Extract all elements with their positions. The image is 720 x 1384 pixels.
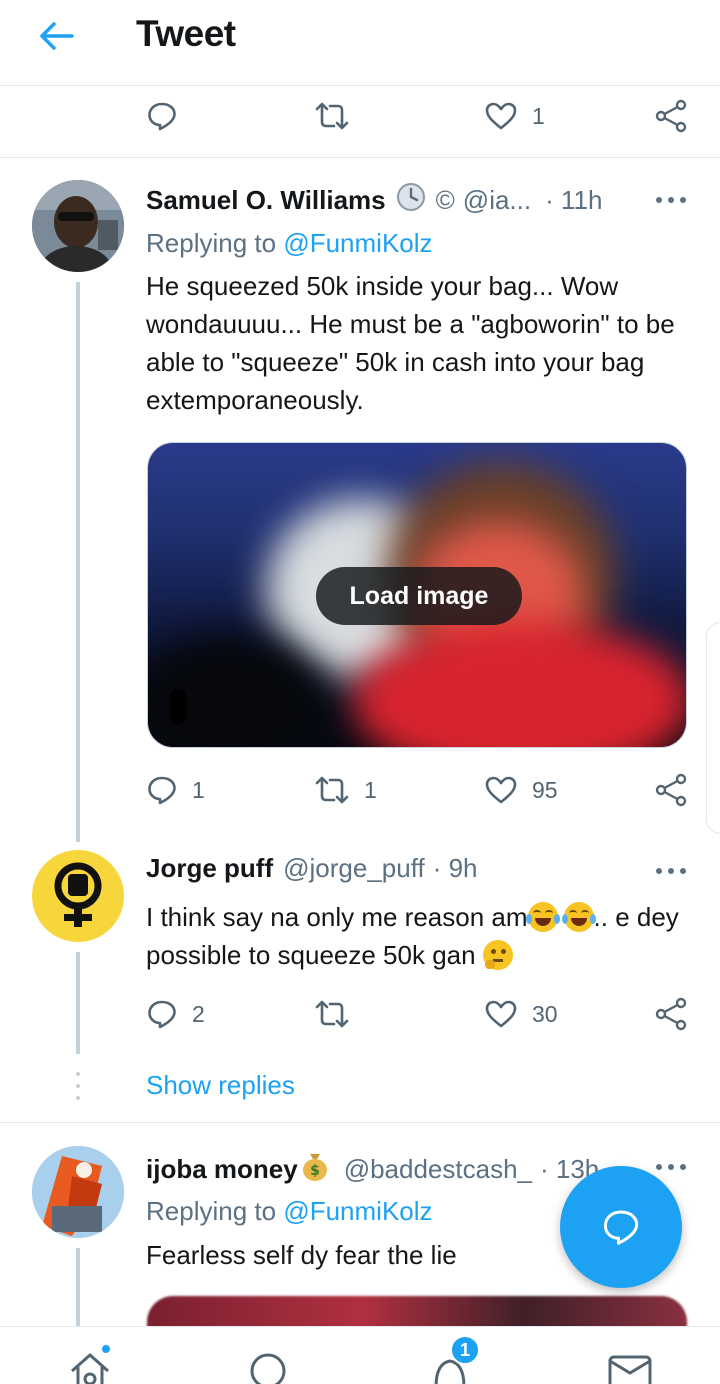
retweet-icon [315, 776, 349, 804]
notifications-bell-icon[interactable]: 1 [426, 1335, 480, 1384]
reply-button[interactable]: 1 [146, 770, 205, 810]
avatar[interactable] [32, 1146, 124, 1238]
tweet-text: He squeezed 50k inside your bag... Wow w… [146, 271, 675, 415]
share-button[interactable] [654, 994, 688, 1034]
avatar[interactable] [32, 850, 124, 942]
timestamp: · 11h [545, 185, 603, 215]
tweet-actions: 2 30 [146, 994, 690, 1034]
back-arrow-icon[interactable] [36, 18, 80, 54]
reply-icon [603, 1210, 639, 1245]
divider [0, 157, 720, 158]
tweet-actions: 1 [146, 96, 690, 136]
heart-icon [485, 1000, 517, 1028]
share-icon [655, 99, 687, 133]
replying-handle-link[interactable]: @FunmiKolz [283, 228, 432, 258]
display-name[interactable]: ijoba money [146, 1154, 298, 1185]
reply-count: 2 [192, 1000, 205, 1027]
share-button[interactable] [654, 770, 688, 810]
search-icon[interactable] [246, 1347, 294, 1384]
heart-icon [485, 776, 517, 804]
like-count: 30 [532, 1000, 558, 1027]
like-button[interactable]: 30 [484, 994, 558, 1034]
messages-envelope-icon[interactable] [606, 1347, 654, 1384]
thread-dots [76, 1072, 80, 1108]
money-bag-icon: $ [300, 1150, 330, 1189]
display-name[interactable]: Jorge puff [146, 853, 273, 884]
blur-shape [170, 689, 186, 725]
avatar-photo [32, 1146, 124, 1238]
retweet-button[interactable] [314, 96, 350, 136]
like-button[interactable]: 1 [484, 96, 545, 136]
reply-icon [148, 102, 176, 131]
tweet-header: Jorge puff @jorge_puff · 9h [146, 853, 478, 884]
display-name[interactable]: Samuel O. Williams [146, 185, 386, 216]
more-options-icon[interactable] [656, 195, 686, 205]
share-icon [655, 773, 687, 807]
like-count: 95 [532, 776, 558, 803]
load-image-button[interactable]: Load image [316, 567, 522, 625]
heart-icon [485, 102, 517, 130]
notification-badge: 1 [450, 1335, 480, 1365]
tweet-actions: 1 1 95 [146, 770, 690, 810]
copyright-glyph: © [435, 185, 455, 215]
replying-to: Replying to @FunmiKolz [146, 228, 433, 259]
tweet-text: I think say na only me reason am.. e dey… [146, 898, 686, 974]
scrollbar[interactable] [706, 622, 720, 834]
share-button[interactable] [654, 96, 688, 136]
more-options-icon[interactable] [656, 1162, 686, 1172]
user-handle[interactable]: @ia... [463, 185, 531, 216]
replying-label: Replying to [146, 228, 277, 258]
show-replies-link[interactable]: Show replies [146, 1070, 295, 1101]
thread-line [76, 952, 80, 1054]
unread-dot [100, 1343, 112, 1355]
thinking-emoji-icon [482, 940, 513, 970]
top-bar: Tweet [0, 0, 720, 86]
more-options-icon[interactable] [656, 866, 686, 876]
retweet-count: 1 [364, 776, 377, 803]
tweet-text-part: I think say na only me reason am [146, 902, 528, 932]
clock-icon [396, 182, 426, 219]
reply-button[interactable] [146, 96, 178, 136]
avatar-photo [32, 180, 124, 272]
laughing-emoji-icon [561, 902, 596, 932]
tweet-header: Samuel O. Williams © @ia... · 11h [146, 182, 602, 219]
like-button[interactable]: 95 [484, 770, 558, 810]
compose-reply-button[interactable] [560, 1166, 682, 1288]
retweet-button[interactable]: 1 [314, 770, 377, 810]
home-icon[interactable] [66, 1343, 114, 1384]
bottom-nav: 1 [0, 1326, 720, 1384]
thread-line [76, 1248, 80, 1328]
retweet-icon [315, 1000, 349, 1028]
tweet-media[interactable]: Load image [147, 442, 687, 748]
retweet-button[interactable] [314, 994, 350, 1034]
feminist-fist-icon [54, 862, 102, 927]
page-title: Tweet [136, 13, 236, 54]
avatar[interactable] [32, 180, 124, 272]
replying-to: Replying to @FunmiKolz [146, 1196, 433, 1227]
tweet-header: ijoba money $ @baddestcash_ · 13h [146, 1150, 599, 1189]
timestamp: · 9h [432, 853, 478, 883]
user-handle[interactable]: @baddestcash_ [344, 1154, 532, 1185]
reply-button[interactable]: 2 [146, 994, 205, 1034]
svg-text:$: $ [310, 1163, 320, 1179]
like-count: 1 [532, 102, 545, 129]
divider [0, 1122, 720, 1123]
share-icon [655, 997, 687, 1031]
replying-handle-link[interactable]: @FunmiKolz [283, 1196, 432, 1226]
reply-icon [148, 776, 176, 805]
retweet-icon [315, 102, 349, 130]
reply-count: 1 [192, 776, 205, 803]
thread-line [76, 282, 80, 842]
reply-icon [148, 1000, 176, 1029]
laughing-emoji-icon [525, 902, 560, 932]
replying-label: Replying to [146, 1196, 277, 1226]
user-handle[interactable]: @jorge_puff [283, 853, 425, 884]
